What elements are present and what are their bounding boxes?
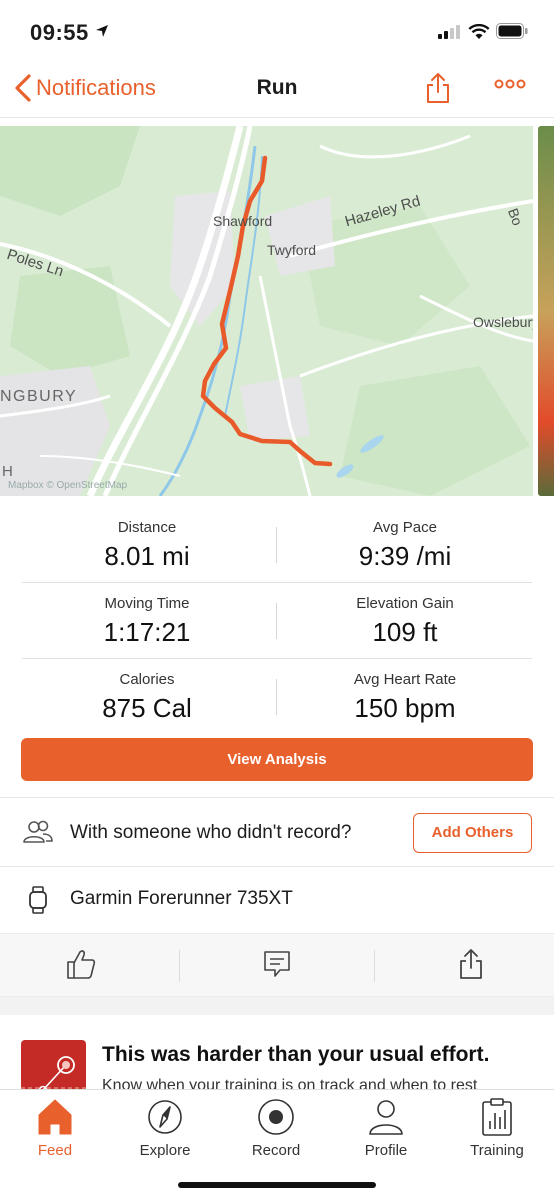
stat-label: Avg Heart Rate — [353, 671, 457, 688]
insight-subtitle: Know when your training is on track and … — [102, 1077, 478, 1089]
tab-label: Training — [470, 1142, 524, 1159]
tab-training[interactable]: Training — [447, 1094, 547, 1159]
route-map[interactable]: Shawford Twyford Hazeley Rd Poles Ln Ows… — [0, 126, 533, 496]
stat-row: Distance 8.01 mi Avg Pace 9:39 /mi — [22, 507, 532, 583]
navigation-bar: Notifications Run — [0, 62, 554, 118]
stat-value: 150 bpm — [354, 693, 456, 723]
stat-row: Moving Time 1:17:21 Elevation Gain 109 f… — [22, 583, 532, 659]
record-icon — [258, 1099, 294, 1135]
compass-icon — [148, 1100, 182, 1134]
view-analysis-button[interactable]: View Analysis — [21, 738, 533, 781]
tab-record[interactable]: Record — [226, 1094, 326, 1159]
add-others-button[interactable]: Add Others — [413, 813, 532, 853]
location-arrow-icon — [96, 25, 108, 37]
stat-row: Calories 875 Cal Avg Heart Rate 150 bpm — [22, 659, 532, 735]
activity-stats: Distance 8.01 mi Avg Pace 9:39 /mi Movin… — [22, 507, 532, 735]
battery-icon — [496, 23, 528, 39]
insight-title: This was harder than your usual effort. — [102, 1043, 490, 1066]
action-divider — [374, 950, 375, 982]
stat-value: 1:17:21 — [103, 617, 191, 647]
status-bar: 09:55 — [0, 0, 554, 62]
thumbs-up-icon[interactable] — [66, 948, 96, 980]
tab-label: Profile — [364, 1142, 408, 1159]
watch-icon — [29, 886, 47, 914]
tab-label: Feed — [37, 1142, 73, 1159]
comment-icon[interactable] — [263, 948, 291, 980]
training-icon — [482, 1098, 512, 1136]
relative-effort-thumbnail — [21, 1040, 86, 1089]
stat-avg-heart-rate: Avg Heart Rate 150 bpm — [280, 671, 530, 724]
section-gap — [0, 997, 554, 1015]
effort-chart-icon — [21, 1056, 86, 1089]
wifi-icon — [468, 24, 490, 39]
profile-icon — [369, 1100, 403, 1135]
map-label-h: H — [2, 463, 13, 480]
device-row: Garmin Forerunner 735XT — [0, 867, 554, 933]
add-others-row: With someone who didn't record? Add Othe… — [0, 797, 554, 867]
stat-label: Avg Pace — [373, 519, 437, 536]
map-label-twyford: Twyford — [267, 242, 317, 258]
device-name: Garmin Forerunner 735XT — [70, 888, 293, 909]
tab-feed[interactable]: Feed — [5, 1094, 105, 1159]
map-label-shawford: Shawford — [213, 213, 273, 229]
back-button-label: Notifications — [36, 75, 156, 100]
stat-moving-time: Moving Time 1:17:21 — [22, 595, 272, 648]
home-icon — [38, 1099, 72, 1135]
back-button[interactable]: Notifications — [14, 74, 156, 102]
home-indicator[interactable] — [178, 1182, 376, 1188]
stat-divider — [276, 527, 277, 563]
stat-elevation-gain: Elevation Gain 109 ft — [280, 595, 530, 648]
map-label-owslebury: Owslebury — [473, 314, 533, 330]
cellular-signal-icon — [438, 25, 460, 39]
relative-effort-card[interactable]: This was harder than your usual effort. … — [0, 1015, 554, 1089]
stat-value: 9:39 /mi — [358, 541, 452, 571]
share-icon[interactable] — [424, 71, 452, 105]
share-activity-icon[interactable] — [458, 948, 484, 980]
tab-label: Explore — [139, 1142, 191, 1159]
tab-label: Record — [251, 1142, 301, 1159]
stat-value: 109 ft — [372, 617, 438, 647]
stat-calories: Calories 875 Cal — [22, 671, 272, 724]
map-background — [0, 126, 533, 496]
chevron-left-icon — [15, 74, 31, 102]
next-photo-preview[interactable] — [538, 126, 554, 496]
stat-divider — [276, 679, 277, 715]
stat-value: 875 Cal — [102, 693, 192, 723]
action-divider — [179, 950, 180, 982]
tab-profile[interactable]: Profile — [336, 1094, 436, 1159]
activity-action-bar — [0, 933, 554, 997]
stat-label: Calories — [119, 671, 175, 688]
more-options-icon[interactable] — [494, 78, 526, 90]
stat-label: Moving Time — [104, 595, 190, 612]
map-label-ngbury: NGBURY — [0, 388, 78, 405]
stat-label: Elevation Gain — [356, 595, 454, 612]
people-icon — [23, 820, 53, 843]
tab-explore[interactable]: Explore — [115, 1094, 215, 1159]
status-time: 09:55 — [30, 20, 89, 45]
stat-label: Distance — [117, 519, 177, 536]
map-attribution: Mapbox © OpenStreetMap — [8, 480, 128, 491]
stat-avg-pace: Avg Pace 9:39 /mi — [280, 519, 530, 572]
with-someone-text: With someone who didn't record? — [70, 822, 352, 843]
stat-divider — [276, 603, 277, 639]
stat-distance: Distance 8.01 mi — [22, 519, 272, 572]
stat-value: 8.01 mi — [104, 541, 190, 571]
